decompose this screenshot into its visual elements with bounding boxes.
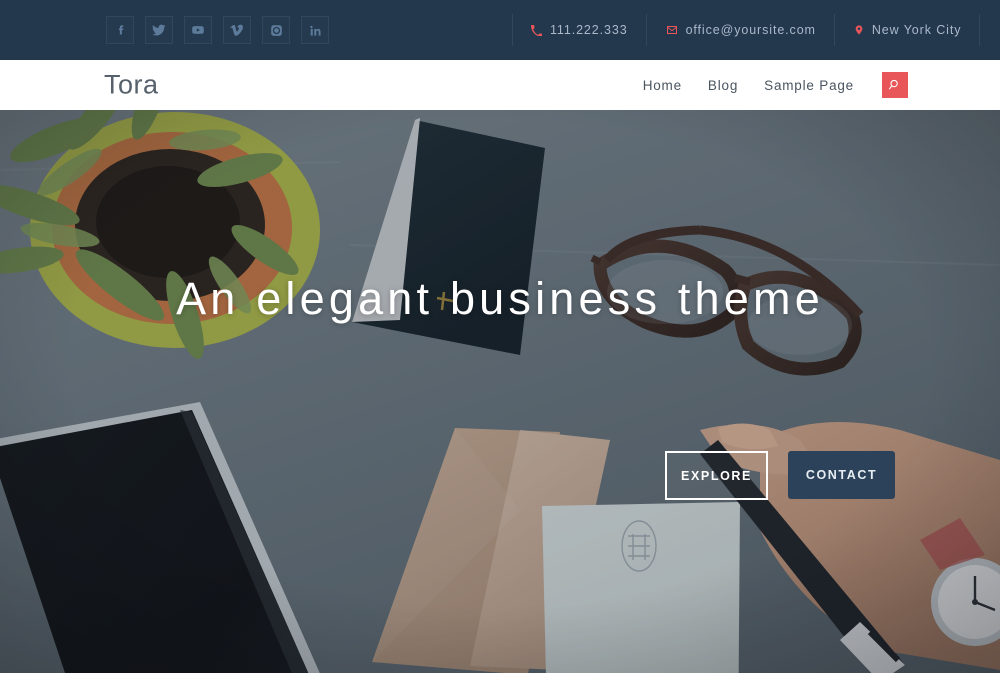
map-pin-icon (854, 24, 864, 36)
contact-email[interactable]: office@yoursite.com (647, 14, 835, 46)
nav-item-home[interactable]: Home (643, 78, 682, 93)
search-icon (888, 78, 902, 92)
hero-content: An elegant business theme EXPLORE CONTAC… (0, 110, 1000, 673)
facebook-icon (114, 24, 127, 37)
hero-title: An elegant business theme (176, 273, 824, 324)
social-links (106, 16, 329, 44)
phone-icon (531, 24, 542, 36)
youtube-icon (191, 23, 205, 37)
social-link-linkedin[interactable] (301, 16, 329, 44)
top-bar: 111.222.333 office@yoursite.com New York… (0, 0, 1000, 60)
site-header: Tora Home Blog Sample Page (0, 60, 1000, 110)
contact-info: 111.222.333 office@yoursite.com New York… (512, 14, 981, 46)
nav-item-blog[interactable]: Blog (708, 78, 738, 93)
linkedin-icon (309, 24, 322, 37)
contact-phone-text: 111.222.333 (550, 23, 628, 37)
social-link-instagram[interactable] (262, 16, 290, 44)
social-link-twitter[interactable] (145, 16, 173, 44)
contact-button[interactable]: CONTACT (788, 451, 895, 499)
social-link-facebook[interactable] (106, 16, 134, 44)
page-root: 111.222.333 office@yoursite.com New York… (0, 0, 1000, 690)
main-navigation: Home Blog Sample Page (643, 72, 908, 98)
site-logo[interactable]: Tora (104, 70, 159, 101)
contact-location-text: New York City (871, 23, 962, 37)
social-link-youtube[interactable] (184, 16, 212, 44)
instagram-icon (270, 24, 283, 37)
hero-cta-group: EXPLORE CONTACT (665, 451, 895, 500)
social-link-vimeo[interactable] (223, 16, 251, 44)
hero-section: An elegant business theme EXPLORE CONTAC… (0, 110, 1000, 673)
contact-location[interactable]: New York City (835, 14, 981, 46)
twitter-icon (152, 23, 166, 37)
vimeo-icon (230, 23, 244, 37)
contact-phone[interactable]: 111.222.333 (512, 14, 647, 46)
search-button[interactable] (882, 72, 908, 98)
contact-email-text: office@yoursite.com (685, 23, 816, 37)
nav-item-sample-page[interactable]: Sample Page (764, 78, 854, 93)
explore-button[interactable]: EXPLORE (665, 451, 768, 500)
envelope-icon (666, 24, 678, 36)
